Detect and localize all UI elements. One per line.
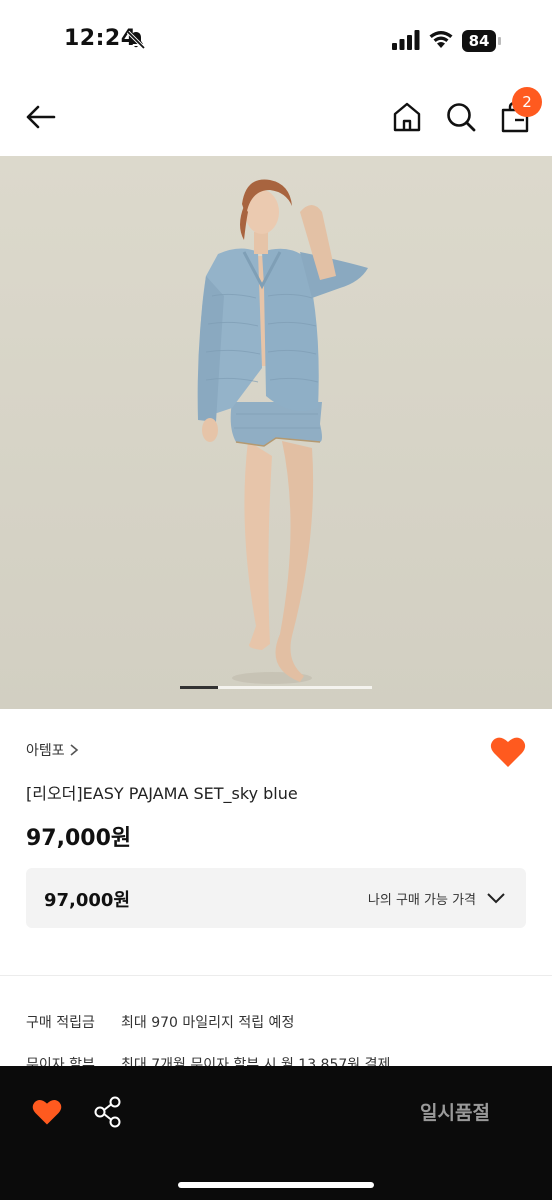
chevron-right-icon	[70, 744, 78, 756]
product-title: [리오더]EASY PAJAMA SET_sky blue	[26, 784, 298, 803]
soldout-button[interactable]: 일시품절	[420, 1098, 490, 1125]
cart-count-badge: 2	[512, 87, 542, 117]
product-photo	[197, 179, 368, 684]
search-icon[interactable]	[444, 100, 478, 134]
heart-icon[interactable]	[32, 1098, 62, 1126]
carousel-progress	[180, 686, 372, 689]
home-icon[interactable]	[390, 100, 424, 134]
top-nav-bar: 2	[0, 80, 552, 156]
bell-slash-icon	[126, 30, 146, 50]
carousel-progress-thumb	[180, 686, 218, 689]
battery-cap	[498, 37, 501, 45]
signal-icon	[392, 30, 420, 50]
product-image-carousel[interactable]	[0, 156, 552, 709]
heart-icon[interactable]	[490, 736, 526, 768]
bottom-action-bar: 일시품절	[0, 1066, 552, 1200]
back-arrow-icon[interactable]	[24, 100, 58, 134]
share-icon[interactable]	[94, 1096, 122, 1128]
battery-icon: 84	[462, 30, 502, 52]
product-price: 97,000원	[26, 826, 132, 851]
battery-level: 84	[462, 30, 496, 52]
my-price-value: 97,000원	[44, 890, 131, 911]
my-price-dropdown[interactable]: 97,000원 나의 구매 가능 가격	[26, 868, 526, 928]
brand-name: 아템포	[26, 743, 65, 759]
my-price-label: 나의 구매 가능 가격	[367, 893, 476, 908]
chevron-down-icon	[487, 893, 505, 904]
wifi-icon	[429, 31, 453, 48]
info-row-points: 구매 적립금 최대 970 마일리지 적립 예정	[26, 1012, 294, 1032]
section-divider	[0, 975, 552, 976]
status-bar: 12:24 84	[0, 0, 552, 80]
brand-link[interactable]: 아템포	[26, 740, 79, 760]
info-key: 구매 적립금	[26, 1015, 95, 1031]
home-indicator	[178, 1182, 374, 1188]
info-value: 최대 970 마일리지 적립 예정	[121, 1015, 295, 1031]
